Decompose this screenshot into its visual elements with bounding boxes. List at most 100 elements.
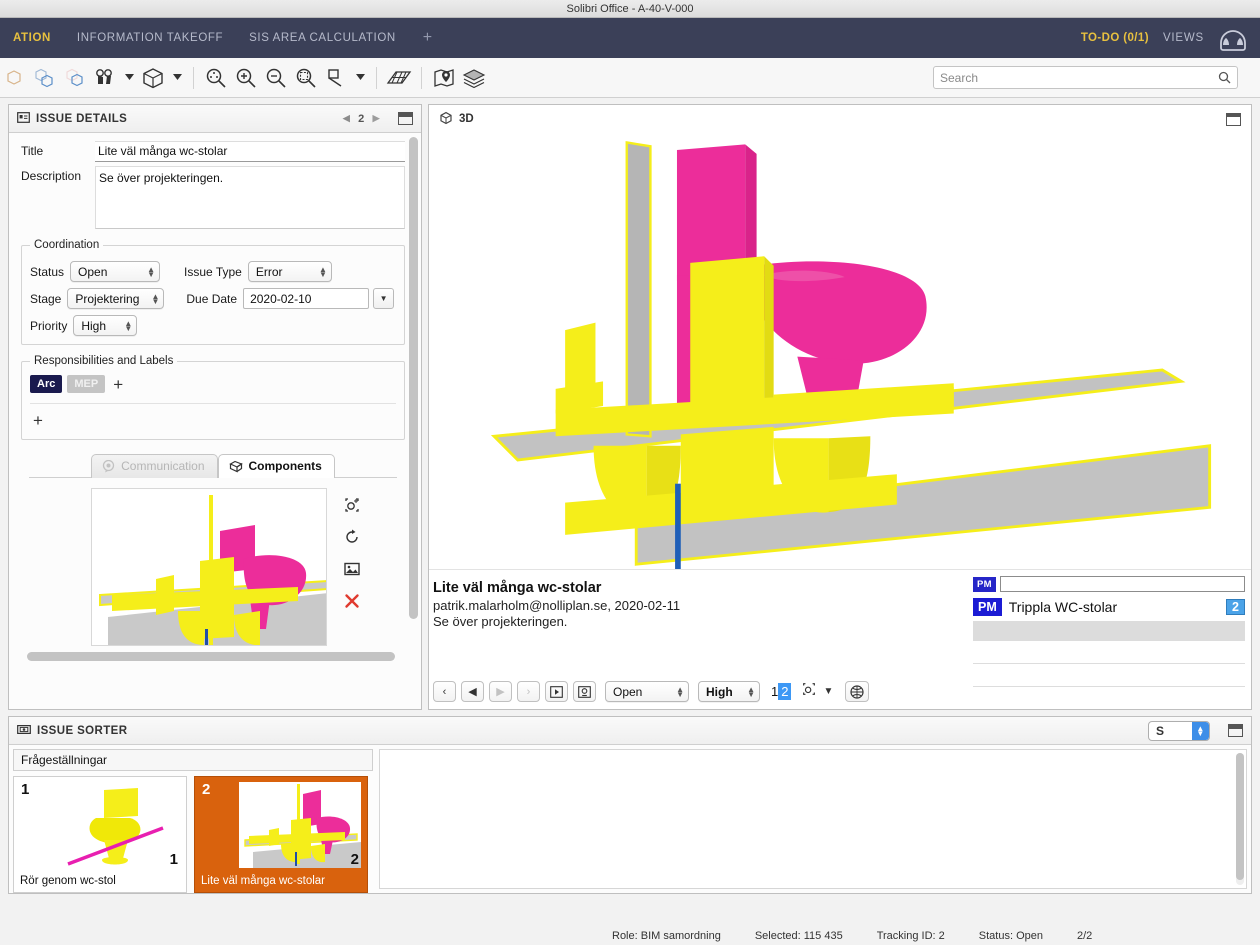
zoom-fit-icon[interactable] (201, 63, 231, 93)
issue-card-caption: Rör genom wc-stol (20, 875, 116, 887)
issue-details-icon (17, 111, 30, 126)
image-icon[interactable] (343, 560, 361, 578)
comment-dropdown-caret-icon[interactable]: ▼ (823, 686, 833, 697)
delete-icon[interactable] (343, 592, 361, 610)
status-tracking-id: Tracking ID: 2 (876, 930, 945, 942)
panel-dock-icon[interactable] (398, 112, 413, 125)
cube-view-icon[interactable] (138, 63, 168, 93)
zoom-out-icon[interactable] (261, 63, 291, 93)
thumbnail-tools (343, 488, 361, 646)
window-title: Solibri Office - A-40-V-000 (566, 2, 694, 15)
issue-prev-button[interactable]: ◀ (343, 113, 350, 124)
component-thumbnail-area (21, 478, 405, 646)
description-input[interactable]: Se över projekteringen. (95, 166, 405, 229)
comment-body-text: Se över projekteringen. (433, 614, 568, 629)
issue-sorter-panel: ISSUE SORTER S ▲ ▼ Frågeställningar 1 1 … (8, 716, 1252, 894)
coordination-legend: Coordination (34, 239, 100, 251)
due-date-calendar-dropdown-icon[interactable]: ▼ (373, 288, 395, 309)
selection-tool-icon[interactable] (90, 63, 120, 93)
nav-tab-list: ATION INFORMATION TAKEOFF SIS AREA CALCU… (0, 18, 447, 58)
issue-card-caption: Lite väl många wc-stolar (201, 875, 325, 887)
zoom-in-icon[interactable] (231, 63, 261, 93)
pm-input-field[interactable] (999, 576, 1245, 592)
model-cube-icon-3[interactable] (60, 63, 90, 93)
status-value: Open (78, 264, 108, 279)
comment-priority-select[interactable]: High ▲ ▼ (698, 681, 760, 702)
section-cut-dropdown-caret-icon[interactable] (351, 63, 369, 93)
layers-icon[interactable] (459, 63, 489, 93)
sorter-grouping-select[interactable]: S ▲ ▼ (1148, 720, 1210, 741)
nav-tab-add-button[interactable]: + (409, 18, 447, 58)
labels-section: + (30, 403, 396, 431)
sorter-vertical-scrollbar[interactable] (1236, 753, 1244, 885)
issue-details-title: ISSUE DETAILS (36, 112, 128, 125)
refresh-icon[interactable] (343, 528, 361, 546)
title-input[interactable] (95, 141, 405, 162)
model-tree-cube-icon-1[interactable] (0, 63, 30, 93)
views-button[interactable]: VIEWS (1163, 32, 1204, 44)
comment-model-button[interactable] (845, 681, 870, 702)
grid-plane-icon[interactable] (384, 63, 414, 93)
sorter-detail-pane[interactable] (379, 749, 1247, 889)
tab-communication[interactable]: Communication (91, 454, 218, 478)
comment-play-button[interactable] (545, 681, 568, 702)
comment-first-button[interactable]: ‹ (433, 681, 456, 702)
component-thumbnail[interactable] (91, 488, 327, 646)
3d-viewport[interactable] (429, 133, 1251, 569)
tab-components-label: Components (248, 459, 322, 473)
cube-view-dropdown-caret-icon[interactable] (168, 63, 186, 93)
nav-tab-label: SIS AREA CALCULATION (249, 32, 396, 44)
window-title-bar: Solibri Office - A-40-V-000 (0, 0, 1260, 18)
nav-tab-model-checking[interactable]: ATION (0, 18, 64, 58)
plus-icon: + (422, 29, 433, 46)
stage-select[interactable]: Projektering ▲ ▼ (67, 288, 165, 309)
pm-row[interactable]: PM Trippla WC-stolar 2 (973, 596, 1245, 618)
model-cube-icon-2[interactable] (30, 63, 60, 93)
stage-label: Stage (30, 291, 62, 306)
sorter-dock-icon[interactable] (1228, 724, 1243, 737)
issue-details-vertical-scrollbar[interactable] (409, 137, 418, 691)
priority-select[interactable]: High ▲ ▼ (73, 315, 138, 336)
component-horizontal-scrollbar[interactable] (27, 652, 395, 661)
3d-panel-dock-icon[interactable] (1226, 112, 1241, 126)
comment-prev-button[interactable]: ◀ (461, 681, 484, 702)
section-cut-icon[interactable] (321, 63, 351, 93)
status-row: Status Open ▲ ▼ Issue Type Error ▲ ▼ (30, 261, 396, 282)
add-selection-icon[interactable] (343, 496, 361, 514)
status-select[interactable]: Open ▲ ▼ (70, 261, 161, 282)
issue-next-button[interactable]: ▶ (373, 113, 380, 124)
main-content-area: ISSUE DETAILS ◀ 2 ▶ Title Description Se… (0, 98, 1260, 710)
3d-view-panel: 3D Lite väl många wc-stolar patrik.malar… (428, 104, 1252, 710)
search-input[interactable] (940, 70, 1218, 85)
comment-page-selected[interactable]: 2 (778, 683, 792, 700)
add-label-button[interactable]: + (30, 411, 46, 430)
tag-arc[interactable]: Arc (30, 375, 63, 393)
map-location-icon[interactable] (429, 63, 459, 93)
nav-tab-information-takeoff[interactable]: INFORMATION TAKEOFF (64, 18, 236, 58)
sorter-group-header[interactable]: Frågeställningar (13, 749, 373, 771)
toolbar-divider-3 (421, 66, 422, 89)
tag-mep[interactable]: MEP (67, 375, 106, 393)
comment-status-select[interactable]: Open ▲ ▼ (605, 681, 689, 702)
status-stepper-icon: ▲ ▼ (147, 264, 156, 279)
issue-type-select[interactable]: Error ▲ ▼ (247, 261, 332, 282)
selection-tool-dropdown-caret-icon[interactable] (120, 63, 138, 93)
add-tag-button[interactable]: + (110, 376, 126, 393)
communication-icon (102, 459, 115, 472)
nav-tab-sis-area-calculation[interactable]: SIS AREA CALCULATION (236, 18, 409, 58)
tab-components[interactable]: Components (217, 454, 335, 478)
todo-counter[interactable]: TO-DO (0/1) (1081, 32, 1149, 44)
sorter-grouping-value: S (1156, 723, 1165, 738)
comment-last-button[interactable]: › (517, 681, 540, 702)
comment-add-selection-icon[interactable] (801, 681, 817, 702)
search-box[interactable] (933, 66, 1238, 89)
sorter-card-column: Frågeställningar 1 1 Rör genom wc-stol 2… (13, 749, 373, 893)
comment-priority-value: High (706, 684, 733, 699)
issue-card-1[interactable]: 1 1 Rör genom wc-stol (13, 776, 187, 893)
comment-detail-area: Lite väl många wc-stolar patrik.malarhol… (429, 570, 973, 709)
due-date-input[interactable]: 2020-02-10 (243, 288, 370, 309)
comment-snapshot-button[interactable] (573, 681, 596, 702)
zoom-area-icon[interactable] (291, 63, 321, 93)
comment-next-button[interactable]: ▶ (489, 681, 512, 702)
issue-card-2[interactable]: 2 2 Lite väl många wc-stolar (194, 776, 368, 893)
